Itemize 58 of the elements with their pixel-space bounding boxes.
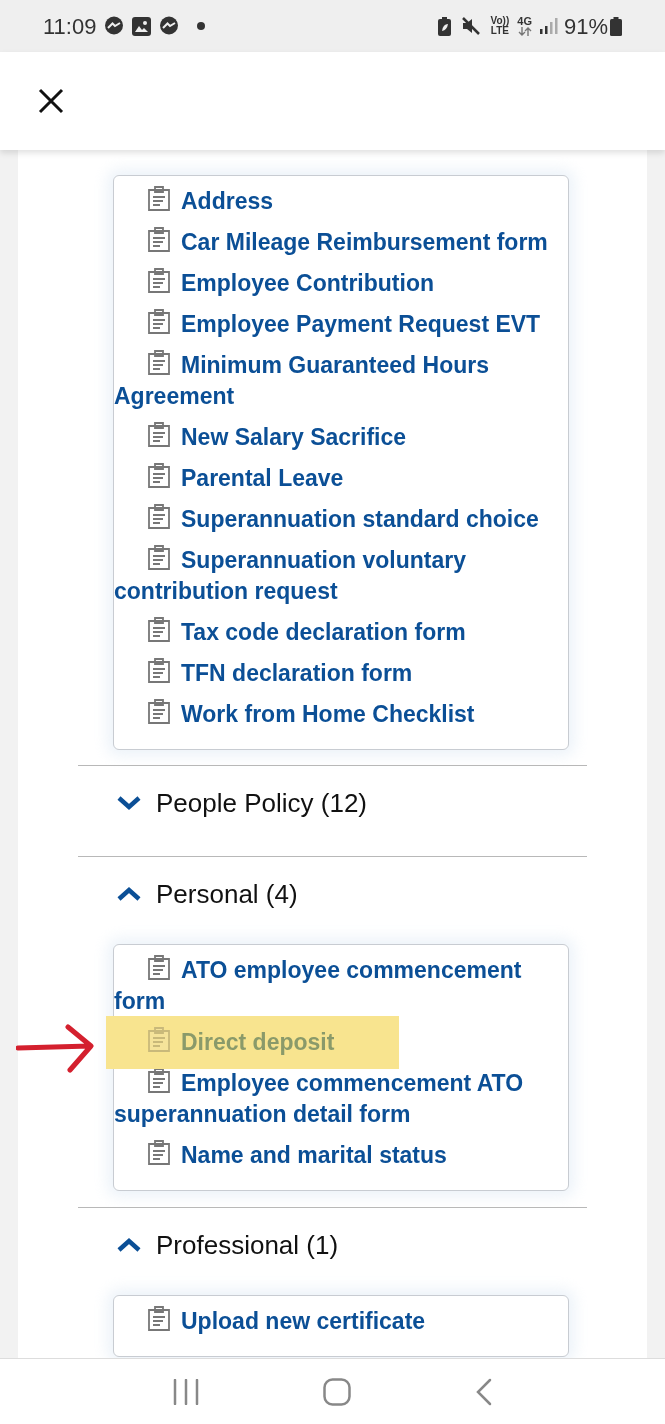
chevron-up-icon [116, 1237, 142, 1253]
image-icon [132, 16, 152, 36]
signal-icon [539, 18, 558, 34]
clipboard-icon [147, 186, 171, 212]
home-icon[interactable] [323, 1377, 352, 1406]
clipboard-icon [147, 350, 171, 376]
close-button[interactable] [36, 86, 66, 116]
form-link[interactable]: Superannuation standard choice [114, 504, 568, 535]
form-link[interactable]: Minimum Guaranteed Hours Agreement [114, 350, 568, 412]
clipboard-icon [147, 268, 171, 294]
clipboard-icon [147, 545, 171, 571]
messenger-icon [104, 16, 125, 36]
form-link[interactable]: ATO employee commencement form [114, 955, 568, 1017]
form-link[interactable]: New Salary Sacrifice [114, 422, 568, 453]
clipboard-icon [147, 617, 171, 643]
form-link[interactable]: Employee commencement ATO superannuation detail form [114, 1068, 568, 1130]
data-arrows-icon [517, 27, 532, 36]
form-link[interactable]: Employee Contribution [114, 268, 568, 299]
chevron-up-icon [116, 886, 142, 902]
mute-icon [460, 16, 481, 36]
recent-apps-icon[interactable] [171, 1378, 200, 1405]
battery-percent: 91% [563, 12, 608, 41]
form-link[interactable]: Name and marital status [114, 1140, 568, 1171]
clipboard-icon [147, 658, 171, 684]
form-link[interactable]: Parental Leave [114, 463, 568, 494]
clipboard-icon [147, 463, 171, 489]
section-header[interactable]: Personal (4) [78, 857, 298, 931]
clipboard-icon [147, 955, 171, 981]
form-link[interactable]: Address [114, 186, 568, 217]
battery-icon [610, 16, 622, 36]
form-link[interactable]: Superannuation voluntary contribution request [114, 545, 568, 607]
back-icon[interactable] [475, 1377, 494, 1406]
close-icon [38, 88, 64, 114]
clipboard-icon [147, 1140, 171, 1166]
form-link[interactable]: Tax code declaration form [114, 617, 568, 648]
form-link[interactable]: Employee Payment Request EVT [114, 309, 568, 340]
battery-saver-icon [437, 16, 451, 36]
dot-icon [197, 22, 206, 30]
form-link[interactable]: Work from Home Checklist [114, 699, 568, 730]
form-link[interactable]: TFN declaration form [114, 658, 568, 689]
clipboard-icon [147, 1027, 171, 1053]
clipboard-icon [147, 422, 171, 448]
section-header[interactable]: Professional (1) [78, 1208, 339, 1282]
clipboard-icon [147, 309, 171, 335]
clipboard-icon [147, 1306, 171, 1332]
clipboard-icon [147, 1068, 171, 1094]
messenger-icon [159, 16, 180, 36]
section-header[interactable]: People Policy (12) [78, 766, 367, 840]
form-link[interactable]: Upload new certificate [114, 1306, 568, 1337]
clipboard-icon [147, 227, 171, 253]
lte-label: LTE [490, 26, 509, 36]
network-label: 4G [517, 16, 532, 27]
volte-label: Vo)) [490, 16, 510, 26]
form-link[interactable]: Car Mileage Reimbursement form [114, 227, 568, 258]
clipboard-icon [147, 699, 171, 725]
status-time: 11:09 [43, 12, 97, 41]
clipboard-icon [147, 504, 171, 530]
chevron-down-icon [116, 795, 142, 811]
